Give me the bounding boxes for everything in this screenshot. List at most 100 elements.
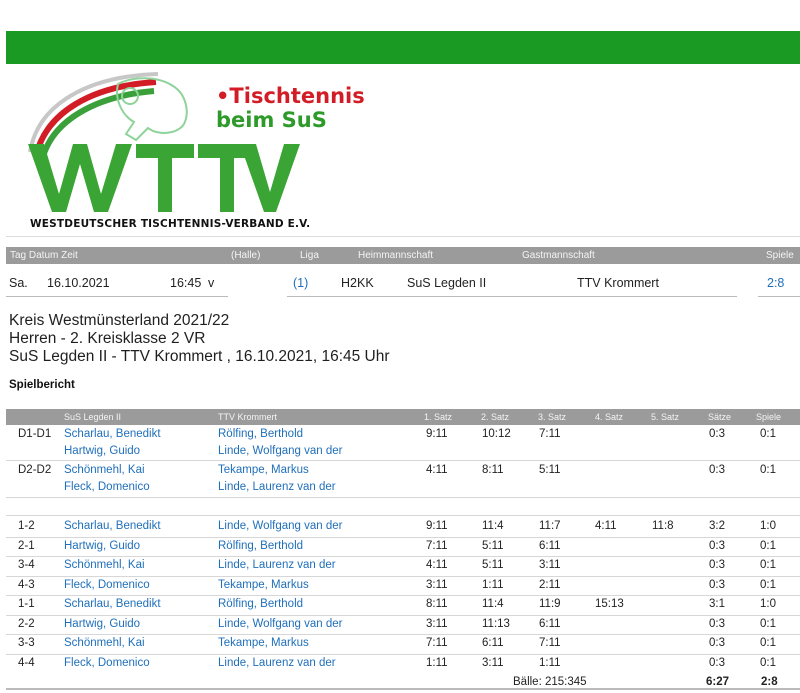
table-row: D2-D2 Schönmehl, Kai Fleck, Domenico Tek… bbox=[6, 464, 800, 496]
guest-player-link[interactable]: Tekampe, Markus bbox=[218, 464, 309, 476]
home-player-link[interactable]: Scharlau, Benedikt bbox=[64, 520, 161, 532]
sets-result: 3:2 bbox=[709, 520, 725, 532]
guest-player-link[interactable]: Linde, Laurenz van der bbox=[218, 559, 336, 571]
set3-score: 2:11 bbox=[539, 578, 561, 591]
th-set2: 2. Satz bbox=[481, 412, 510, 422]
row-divider bbox=[6, 575, 800, 577]
home-player-link[interactable]: Schönmehl, Kai bbox=[64, 637, 145, 649]
th-set3: 3. Satz bbox=[538, 412, 567, 422]
th-set5: 5. Satz bbox=[651, 412, 680, 422]
title-match: SuS Legden II - TTV Krommert , 16.10.202… bbox=[9, 348, 390, 365]
row-position: 4-3 bbox=[18, 578, 35, 591]
home-player-link[interactable]: Fleck, Domenico bbox=[64, 657, 150, 669]
guest-player-link[interactable]: Linde, Laurenz van der bbox=[218, 657, 336, 669]
set2-score: 11:13 bbox=[482, 617, 510, 630]
row-position: 2-2 bbox=[18, 617, 35, 630]
table-row: D1-D1 Scharlau, Benedikt Hartwig, Guido … bbox=[6, 428, 800, 460]
th-guest: TTV Krommert bbox=[218, 412, 278, 422]
match-time: 16:45 bbox=[170, 276, 202, 290]
match-header-row: Tag Datum Zeit (Halle) Liga Heimmannscha… bbox=[6, 247, 800, 264]
row-position: 1-2 bbox=[18, 520, 35, 532]
set3-score: 6:11 bbox=[539, 539, 561, 552]
match-score-link[interactable]: 2:8 bbox=[767, 276, 784, 290]
table-row: 4-4 Fleck, Domenico Linde, Laurenz van der… bbox=[6, 657, 800, 677]
row-divider bbox=[6, 536, 800, 538]
set1-score: 7:11 bbox=[426, 637, 448, 649]
set3-score: 5:11 bbox=[539, 464, 561, 476]
guest-player-link[interactable]: Rölfing, Berthold bbox=[218, 540, 303, 552]
set2-score: 1:11 bbox=[482, 578, 504, 591]
games-result: 0:1 bbox=[760, 637, 776, 649]
row-position: 1-1 bbox=[18, 598, 35, 610]
guest-player-link[interactable]: Linde, Wolfgang van der bbox=[218, 618, 342, 630]
games-result: 0:1 bbox=[760, 578, 776, 591]
home-player-link[interactable]: Scharlau, Benedikt bbox=[64, 598, 161, 610]
sets-result: 0:3 bbox=[709, 539, 725, 552]
home-player-link[interactable]: Scharlau, Benedikt bbox=[64, 428, 161, 440]
sets-result: 0:3 bbox=[709, 637, 725, 649]
col-spiele: Spiele bbox=[766, 250, 794, 261]
home-player-link[interactable]: Fleck, Domenico bbox=[64, 579, 150, 591]
match-underline bbox=[287, 296, 737, 297]
set1-score: 9:11 bbox=[426, 520, 448, 532]
set2-score: 11:4 bbox=[482, 520, 504, 532]
set3-score: 6:11 bbox=[539, 617, 561, 630]
home-player-link[interactable]: Schönmehl, Kai bbox=[64, 464, 145, 476]
row-divider bbox=[6, 497, 800, 498]
row-position: 3-3 bbox=[18, 637, 35, 649]
th-sets: Sätze bbox=[708, 412, 732, 422]
home-player-link[interactable]: Schönmehl, Kai bbox=[64, 559, 145, 571]
set2-score: 6:11 bbox=[482, 637, 504, 649]
set3-score: 7:11 bbox=[539, 637, 561, 649]
guest-player-link[interactable]: Linde, Wolfgang van der bbox=[218, 520, 342, 532]
th-set4: 4. Satz bbox=[595, 412, 624, 422]
home-player-link[interactable]: Hartwig, Guido bbox=[64, 445, 140, 457]
guest-player-link[interactable]: Rölfing, Berthold bbox=[218, 428, 303, 440]
logo-slogan-beim-sus: beim SuS bbox=[216, 108, 327, 132]
th-home: SuS Legden II bbox=[64, 412, 122, 422]
sets-result: 3:1 bbox=[709, 598, 725, 610]
match-day: Sa. bbox=[9, 276, 28, 290]
games-result: 0:1 bbox=[760, 539, 776, 552]
match-row: Sa. 16.10.2021 16:45 v (1) H2KK SuS Legd… bbox=[6, 272, 800, 296]
games-result: 0:1 bbox=[760, 559, 776, 571]
guest-player-link[interactable]: Tekampe, Markus bbox=[218, 579, 309, 591]
th-set1: 1. Satz bbox=[424, 412, 453, 422]
set3-score: 11:7 bbox=[539, 520, 561, 532]
col-heimmannschaft: Heimmannschaft bbox=[358, 250, 434, 261]
col-gastmannschaft: Gastmannschaft bbox=[522, 250, 595, 261]
match-date: 16.10.2021 bbox=[47, 276, 110, 290]
match-home-team: SuS Legden II bbox=[407, 276, 487, 290]
games-result: 0:1 bbox=[760, 656, 776, 669]
row-position: D1-D1 bbox=[18, 428, 52, 440]
set3-score: 3:11 bbox=[539, 559, 561, 571]
logo-subtitle: WESTDEUTSCHER TISCHTENNIS-VERBAND E.V. bbox=[30, 218, 311, 230]
row-divider bbox=[6, 595, 800, 596]
home-player-link[interactable]: Fleck, Domenico bbox=[64, 481, 150, 493]
guest-player-link[interactable]: Linde, Laurenz van der bbox=[218, 481, 336, 493]
set5-score: 11:8 bbox=[652, 520, 674, 532]
row-divider bbox=[6, 614, 800, 616]
home-player-link[interactable]: Hartwig, Guido bbox=[64, 618, 140, 630]
games-result: 0:1 bbox=[760, 617, 776, 630]
row-divider bbox=[6, 556, 800, 557]
guest-player-link[interactable]: Tekampe, Markus bbox=[218, 637, 309, 649]
row-divider bbox=[6, 653, 800, 655]
match-league: H2KK bbox=[341, 276, 374, 290]
set2-score: 10:12 bbox=[482, 428, 511, 440]
match-underline bbox=[6, 296, 228, 297]
match-hall-link[interactable]: (1) bbox=[293, 276, 308, 290]
guest-player-link[interactable]: Linde, Wolfgang van der bbox=[218, 445, 342, 457]
title-class: Herren - 2. Kreisklasse 2 VR bbox=[9, 330, 206, 347]
set1-score: 8:11 bbox=[426, 598, 448, 610]
set3-score: 7:11 bbox=[539, 428, 561, 440]
set1-score: 7:11 bbox=[426, 539, 448, 552]
guest-player-link[interactable]: Rölfing, Berthold bbox=[218, 598, 303, 610]
games-result: 0:1 bbox=[760, 464, 776, 476]
home-player-link[interactable]: Hartwig, Guido bbox=[64, 540, 140, 552]
games-result: 0:1 bbox=[760, 428, 776, 440]
report-table-header: SuS Legden II TTV Krommert 1. Satz 2. Sa… bbox=[6, 409, 800, 425]
set1-score: 4:11 bbox=[426, 559, 448, 571]
balls-total: Bälle: 215:345 bbox=[513, 676, 587, 688]
set1-score: 1:11 bbox=[426, 656, 448, 669]
